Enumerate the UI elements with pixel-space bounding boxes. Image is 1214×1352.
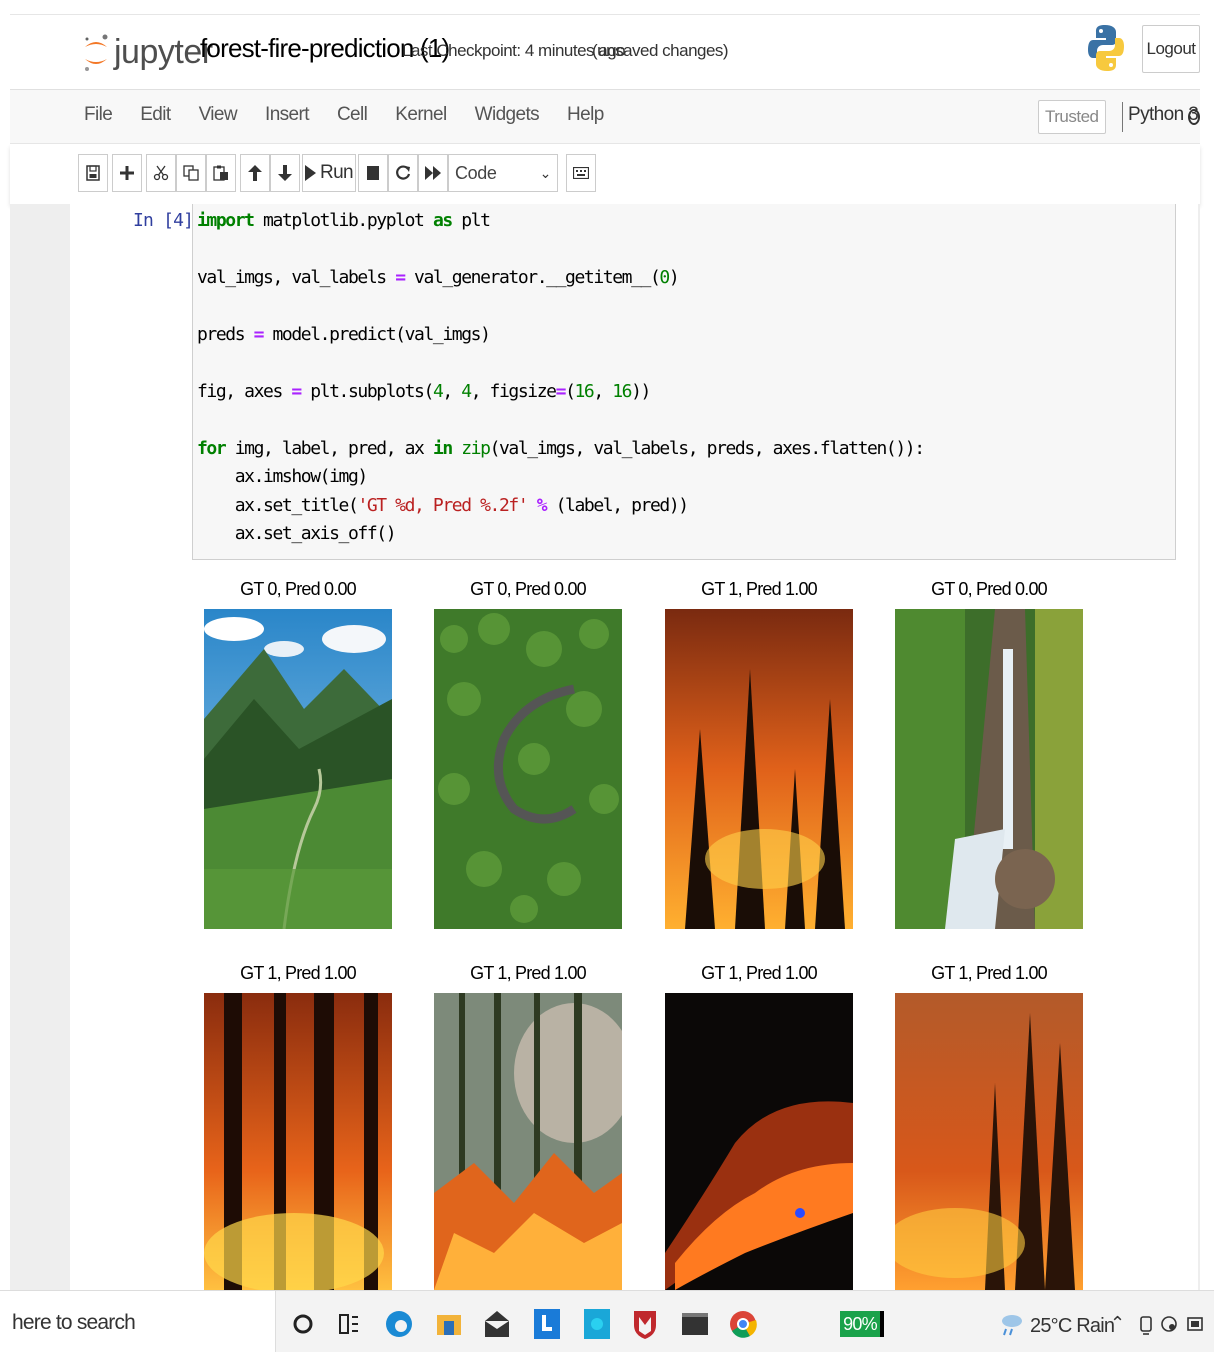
code-line-8: ax.set_axis_off() — [197, 523, 397, 544]
edge-icon[interactable] — [384, 1307, 414, 1341]
panel-title: GT 1, Pred 1.00 — [931, 963, 1048, 983]
run-icon — [304, 165, 316, 181]
run-label: Run — [319, 162, 354, 183]
cut-icon — [153, 165, 169, 181]
arrow-down-icon — [278, 165, 292, 181]
panel-title: GT 1, Pred 1.00 — [701, 963, 818, 983]
save-button[interactable] — [78, 154, 108, 192]
notebook-header: jupyter forest-fire-prediction (1) Last … — [10, 14, 1200, 90]
menu-file[interactable]: File — [84, 104, 113, 126]
restart-run-all-button[interactable] — [418, 154, 448, 192]
code-line-3: preds = model.predict(val_imgs) — [197, 324, 491, 345]
code-line-7: ax.set_title('GT %d, Pred %.2f' % (label… — [197, 495, 689, 516]
forest-road-image — [434, 609, 622, 929]
panel-title: GT 0, Pred 0.00 — [240, 579, 357, 599]
logo-wordmark: jupyter — [114, 32, 213, 71]
arrow-up-icon — [248, 165, 262, 181]
copy-button[interactable] — [176, 154, 206, 192]
code-line-5: for img, label, pred, ax in zip(val_imgs… — [197, 438, 925, 459]
windows-taskbar: here to search 90% 25°C Rain ⌃ — [0, 1290, 1214, 1352]
menu-widgets[interactable]: Widgets — [475, 104, 540, 126]
menu-help[interactable]: Help — [567, 104, 604, 126]
cell-type-value: Code — [455, 163, 497, 183]
interrupt-button[interactable] — [358, 154, 388, 192]
paste-button[interactable] — [206, 154, 236, 192]
keyboard-icon — [573, 167, 589, 179]
mcafee-icon[interactable] — [630, 1307, 660, 1341]
mountain-valley-image — [204, 609, 392, 929]
app-blue-icon[interactable] — [582, 1307, 612, 1341]
copy-icon — [183, 165, 199, 181]
forest-fire-image — [895, 993, 1083, 1290]
panel-title: GT 1, Pred 1.00 — [701, 579, 818, 599]
chevron-up-icon[interactable]: ⌃ — [1110, 1313, 1125, 1334]
jupyter-logo-icon — [85, 34, 108, 71]
forest-fire-smoke-image — [434, 993, 622, 1290]
forest-fire-image — [204, 993, 392, 1290]
panel-title: GT 0, Pred 0.00 — [931, 579, 1048, 599]
task-view-icon[interactable] — [334, 1307, 364, 1341]
forest-fire-image — [665, 609, 853, 929]
paste-icon — [213, 165, 228, 181]
cut-button[interactable] — [146, 154, 176, 192]
weather-rain-icon[interactable] — [996, 1307, 1026, 1341]
menu-cell[interactable]: Cell — [337, 104, 368, 126]
code-line-6: ax.imshow(img) — [197, 466, 369, 487]
panel-title: GT 1, Pred 1.00 — [240, 963, 357, 983]
menu-view[interactable]: View — [199, 104, 238, 126]
cell-type-select[interactable]: Code ⌄ — [448, 154, 558, 192]
kernel-idle-icon — [1188, 109, 1200, 125]
kernel-divider — [1122, 102, 1123, 132]
restart-icon — [396, 165, 411, 180]
save-icon — [86, 165, 100, 181]
move-up-button[interactable] — [240, 154, 270, 192]
autosave-status: (unsaved changes) — [592, 41, 729, 60]
terminal-icon[interactable] — [680, 1307, 710, 1341]
code-line-1: import matplotlib.pyplot as plt — [197, 210, 491, 231]
menu-items: File Edit View Insert Cell Kernel Widget… — [84, 104, 632, 126]
battery-indicator[interactable]: 90% — [840, 1311, 884, 1337]
file-explorer-icon[interactable] — [434, 1307, 464, 1341]
command-palette-button[interactable] — [566, 154, 596, 192]
stop-icon — [367, 166, 379, 180]
mail-icon[interactable] — [482, 1307, 512, 1341]
chrome-icon[interactable] — [728, 1307, 758, 1341]
night-fire-image — [665, 993, 853, 1290]
run-button[interactable]: Run — [302, 154, 356, 192]
code-line-2: val_imgs, val_labels = val_generator.__g… — [197, 267, 680, 288]
code-line-4: fig, axes = plt.subplots(4, 4, figsize=(… — [197, 381, 651, 402]
menu-insert[interactable]: Insert — [265, 104, 310, 126]
screen-icon[interactable] — [1180, 1307, 1210, 1341]
logout-button[interactable]: Logout — [1142, 25, 1200, 73]
chevron-down-icon: ⌄ — [539, 165, 552, 181]
search-placeholder: here to search — [12, 1311, 136, 1334]
restart-button[interactable] — [388, 154, 418, 192]
panel-title: GT 1, Pred 1.00 — [470, 963, 587, 983]
app-l-icon[interactable] — [532, 1307, 562, 1341]
panel-title: GT 0, Pred 0.00 — [470, 579, 587, 599]
menu-edit[interactable]: Edit — [140, 104, 171, 126]
plus-icon — [120, 166, 134, 180]
weather-status[interactable]: 25°C Rain — [1030, 1315, 1115, 1338]
toolbar: Run Code ⌄ — [10, 144, 1200, 204]
python-logo-icon — [1088, 25, 1124, 71]
insert-cell-button[interactable] — [112, 154, 142, 192]
fast-forward-icon — [425, 166, 441, 180]
menu-kernel[interactable]: Kernel — [395, 104, 447, 126]
waterfall-forest-image — [895, 609, 1083, 929]
menubar: File Edit View Insert Cell Kernel Widget… — [10, 90, 1200, 144]
trusted-indicator[interactable]: Trusted — [1038, 100, 1106, 134]
move-down-button[interactable] — [270, 154, 300, 192]
cortana-icon[interactable] — [288, 1307, 318, 1341]
taskbar-search[interactable]: here to search — [0, 1291, 276, 1352]
jupyter-logo[interactable]: jupyter — [82, 29, 213, 75]
